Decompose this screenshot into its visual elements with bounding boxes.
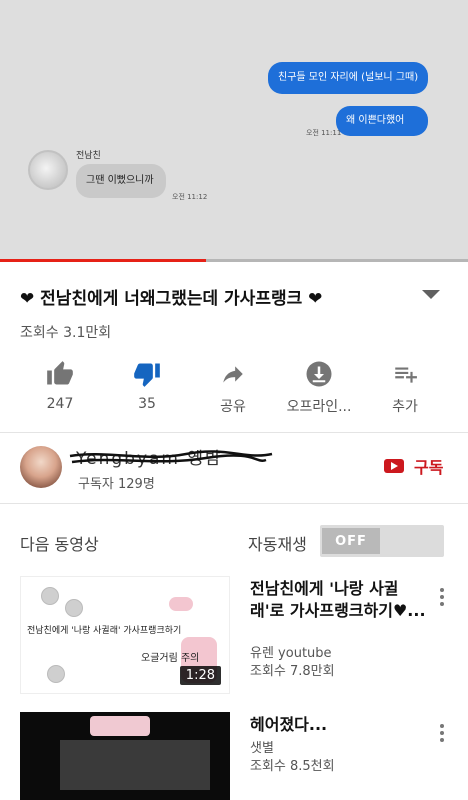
sender-avatar xyxy=(28,150,68,190)
video-channel: 샛별 xyxy=(250,741,274,756)
video-player[interactable]: 친구들 모인 자리에 (널보니 그때) 왜 이쁜다했어 오전 11:11 전남친… xyxy=(0,0,468,262)
offline-button[interactable]: 오프라인... xyxy=(278,356,360,420)
share-label: 공유 xyxy=(220,399,246,415)
video-duration: 1:28 xyxy=(179,666,221,685)
add-to-playlist-icon xyxy=(390,356,420,392)
add-label: 추가 xyxy=(392,399,418,415)
chat-timestamp: 오전 11:12 xyxy=(172,193,208,201)
share-button[interactable]: 공유 xyxy=(192,356,274,420)
like-count: 247 xyxy=(46,396,74,412)
chat-bubble-sent: 왜 이쁜다했어 xyxy=(336,106,428,136)
sender-name: 전남친 xyxy=(76,151,101,161)
autoplay-toggle-state: OFF xyxy=(322,528,380,554)
download-icon xyxy=(304,356,334,392)
progress-bar-fill xyxy=(0,259,206,262)
thumbnail-avatar xyxy=(65,599,83,617)
subscriber-count: 구독자 129명 xyxy=(78,477,155,492)
video-title[interactable]: 전남친에게 '나랑 사귈래'로 가사프랭크하기♥... xyxy=(250,578,430,622)
thumbnail-avatar xyxy=(41,587,59,605)
thumbnail-sticker xyxy=(90,716,150,736)
progress-bar[interactable] xyxy=(0,259,468,262)
divider xyxy=(0,432,468,433)
add-to-playlist-button[interactable]: 추가 xyxy=(364,356,446,420)
video-title: ❤ 전남친에게 너왜그랬는데 가사프랭크 ❤ xyxy=(20,289,323,309)
chat-bubble-sent: 친구들 모인 자리에 (널보니 그때) xyxy=(268,62,428,94)
video-meta: 유렌 youtube 조회수 7.8만회 xyxy=(250,645,335,681)
chat-timestamp: 오전 11:11 xyxy=(306,129,342,137)
video-thumbnail[interactable] xyxy=(20,712,230,800)
video-thumbnail[interactable]: 전남친에게 '나랑 사귈래' 가사프랭크하기 오글거림 주의 1:28 xyxy=(20,576,230,694)
subscribe-button[interactable]: 구독 xyxy=(384,454,443,478)
view-count: 조회수 3.1만회 xyxy=(20,325,112,341)
subscribe-label: 구독 xyxy=(414,458,444,477)
scribble-overlay xyxy=(69,450,273,464)
chat-bubble-received: 그땐 이뻤으니까 xyxy=(76,164,166,198)
youtube-logo-icon xyxy=(384,459,404,473)
channel-avatar[interactable] xyxy=(20,446,62,488)
thumbnail-caption: 오글거림 주의 xyxy=(141,653,200,664)
thumbs-down-icon xyxy=(132,356,162,392)
more-options-icon[interactable] xyxy=(440,588,444,606)
like-button[interactable]: 247 xyxy=(19,356,101,420)
video-views: 조회수 8.5천회 xyxy=(250,759,335,774)
video-views: 조회수 7.8만회 xyxy=(250,664,335,679)
dislike-count: 35 xyxy=(138,396,156,412)
share-icon xyxy=(218,356,248,392)
thumbnail-sticker xyxy=(169,597,193,611)
video-meta: 샛별 조회수 8.5천회 xyxy=(250,740,335,776)
autoplay-toggle[interactable]: OFF xyxy=(320,525,444,557)
offline-label: 오프라인... xyxy=(286,399,352,415)
dislike-button[interactable]: 35 xyxy=(106,356,188,420)
divider xyxy=(0,503,468,504)
more-options-icon[interactable] xyxy=(440,724,444,742)
thumbs-up-icon xyxy=(45,356,75,392)
up-next-heading: 다음 동영상 xyxy=(20,535,99,554)
video-title[interactable]: 헤어졌다... xyxy=(250,714,430,736)
action-bar: 247 35 공유 오프라인... 추가 xyxy=(0,356,468,420)
autoplay-label: 자동재생 xyxy=(248,535,307,554)
thumbnail-photo xyxy=(60,740,210,790)
expand-description-icon[interactable] xyxy=(422,290,440,299)
thumbnail-caption: 전남친에게 '나랑 사귈래' 가사프랭크하기 xyxy=(27,626,182,636)
video-channel: 유렌 youtube xyxy=(250,646,332,661)
thumbnail-avatar xyxy=(47,665,65,683)
